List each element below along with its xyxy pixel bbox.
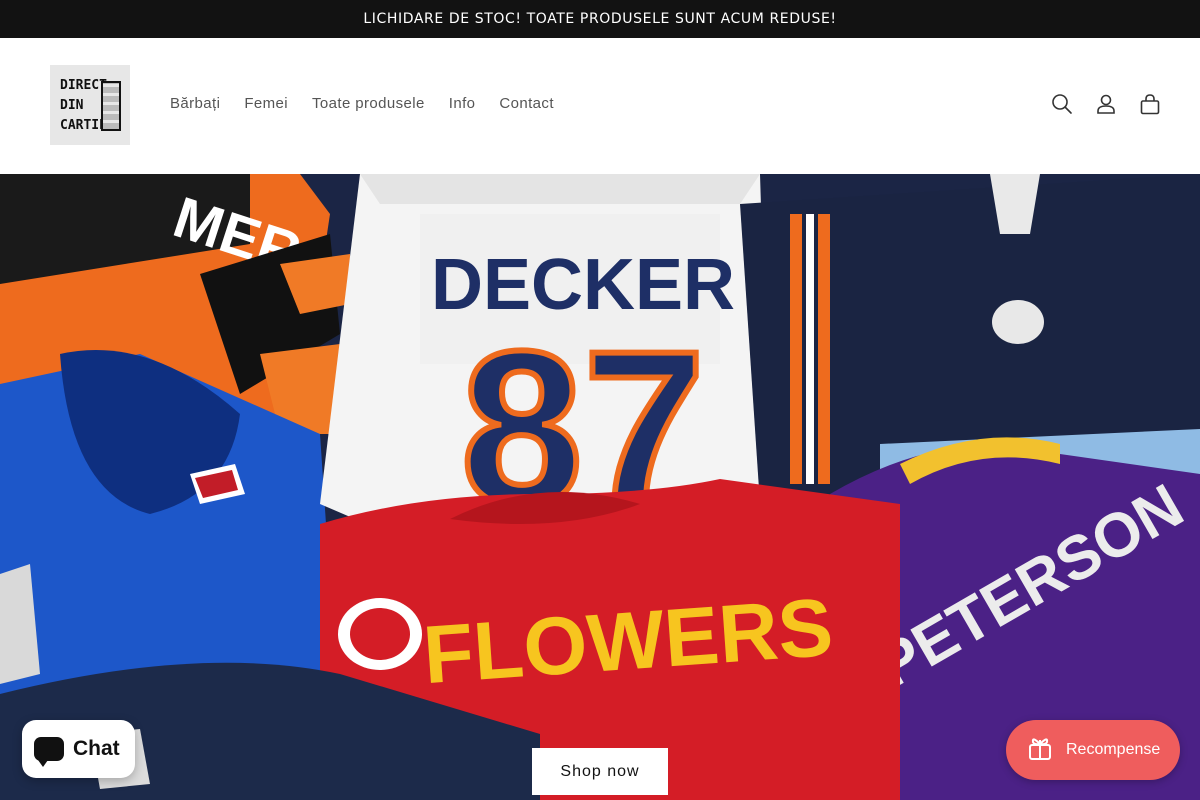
shop-now-button[interactable]: Shop now bbox=[532, 748, 668, 795]
hero-jerseys-image: MER DECKER 87 PETERSON FLOWERS bbox=[0, 174, 1200, 800]
account-icon[interactable] bbox=[1084, 82, 1128, 126]
chat-label: Chat bbox=[73, 737, 120, 760]
hero-banner: MER DECKER 87 PETERSON FLOWERS bbox=[0, 174, 1200, 800]
logo-line-1: DIRECT bbox=[60, 78, 107, 93]
search-icon[interactable] bbox=[1040, 82, 1084, 126]
site-header: DIRECT DIN CARTIER Bărbați Femei Toate p… bbox=[0, 38, 1200, 175]
logo-building-graphic bbox=[101, 81, 121, 131]
logo[interactable]: DIRECT DIN CARTIER bbox=[50, 65, 130, 145]
cart-icon[interactable] bbox=[1128, 82, 1172, 126]
chat-widget[interactable]: Chat bbox=[22, 720, 135, 778]
nav-item-femei[interactable]: Femei bbox=[232, 93, 300, 114]
rewards-label: Recompense bbox=[1066, 741, 1161, 758]
header-icons bbox=[1040, 82, 1172, 126]
announcement-text: LICHIDARE DE STOC! TOATE PRODUSELE SUNT … bbox=[363, 11, 837, 27]
nav-item-info[interactable]: Info bbox=[437, 93, 488, 114]
nav-item-toate-produsele[interactable]: Toate produsele bbox=[300, 93, 437, 114]
logo-line-2: DIN bbox=[60, 98, 84, 113]
announcement-bar: LICHIDARE DE STOC! TOATE PRODUSELE SUNT … bbox=[0, 0, 1200, 38]
gift-icon bbox=[1026, 734, 1054, 767]
rewards-widget[interactable]: Recompense bbox=[1006, 720, 1180, 780]
main-nav: Bărbați Femei Toate produsele Info Conta… bbox=[158, 93, 566, 114]
chat-icon bbox=[34, 737, 64, 767]
nav-item-contact[interactable]: Contact bbox=[487, 93, 566, 114]
nav-item-barbati[interactable]: Bărbați bbox=[158, 93, 232, 114]
